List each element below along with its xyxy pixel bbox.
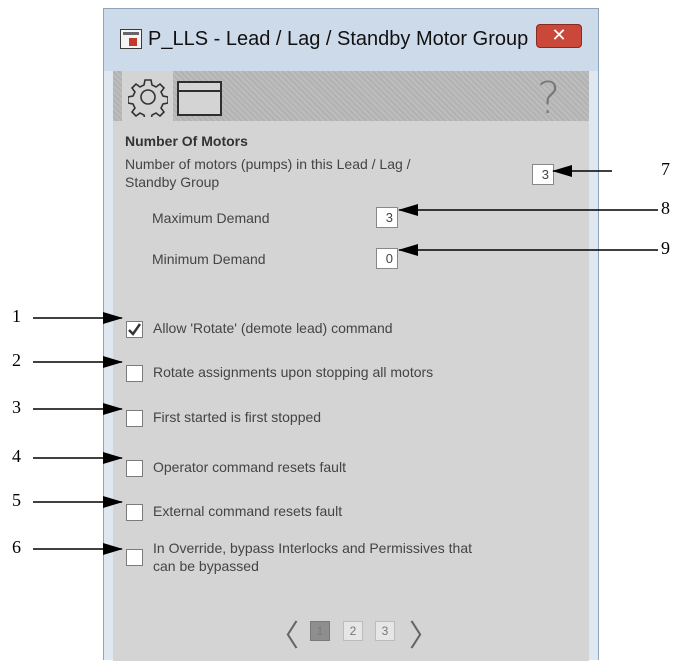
callout-number-2: 2 [12,350,21,370]
callout-number-6: 6 [12,537,21,557]
callout-number-1: 1 [12,306,21,326]
callout-number-3: 3 [12,397,21,417]
callout-number-5: 5 [12,490,21,510]
callout-number-8: 8 [661,198,670,218]
callout-number-7: 7 [661,159,670,179]
callout-arrows [33,165,658,555]
callout-number-9: 9 [661,238,670,258]
callout-number-4: 4 [12,446,21,466]
